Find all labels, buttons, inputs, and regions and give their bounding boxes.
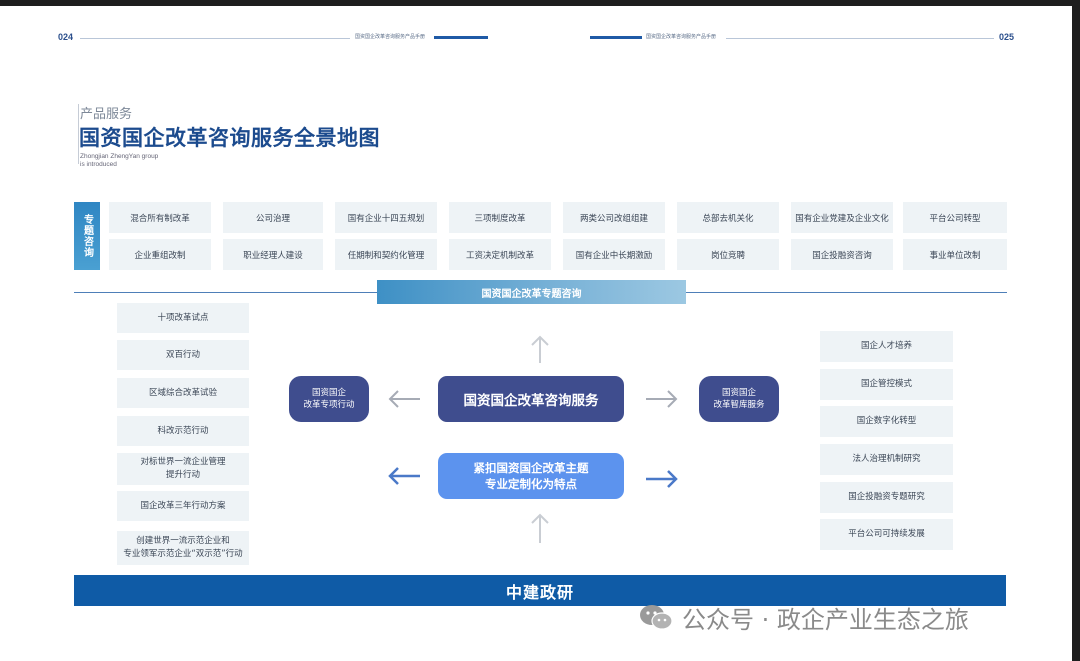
right-page-number: 025 — [999, 32, 1015, 42]
arrow-up-bottom-icon — [531, 513, 549, 543]
topic-item: 公司治理 — [223, 202, 323, 233]
topic-item: 企业重组改制 — [109, 239, 211, 270]
header-right-caption: 国资国企改革咨询服务产品手册 — [646, 34, 717, 40]
left-action-item: 区域综合改革试验 — [117, 378, 249, 408]
wechat-icon — [640, 605, 673, 630]
left-action-item: 对标世界一流企业管理 提升行动 — [117, 453, 249, 485]
topic-item: 三项制度改革 — [449, 202, 551, 233]
topic-item: 国有企业中长期激励 — [563, 239, 665, 270]
english-caption-line2: is introduced — [80, 161, 117, 168]
page-title: 国资国企改革咨询服务全景地图 — [79, 126, 380, 150]
english-caption-line1: Zhongjian ZhengYan group — [80, 153, 159, 160]
right-thinktank-item: 国企投融资专题研究 — [820, 482, 953, 513]
arrow-right-bottom-icon — [646, 470, 678, 488]
right-thinktank-item: 国企人才培养 — [820, 331, 953, 362]
right-thinktank-item: 平台公司可持续发展 — [820, 519, 953, 550]
topic-item: 任期制和契约化管理 — [335, 239, 437, 270]
left-action-item: 双百行动 — [117, 340, 249, 370]
left-action-item: 十项改革试点 — [117, 303, 249, 333]
header-left-accent — [434, 36, 488, 39]
topic-item: 职业经理人建设 — [223, 239, 323, 270]
topic-item: 两类公司改组组建 — [563, 202, 665, 233]
arrow-left-bottom-icon — [388, 467, 420, 485]
topic-item: 岗位竞聘 — [677, 239, 779, 270]
header-left-caption: 国资国企改革咨询服务产品手册 — [355, 34, 426, 40]
thinktank-service-node: 国资国企 改革智库服务 — [699, 376, 779, 422]
arrow-right-top-icon — [646, 390, 678, 408]
wechat-watermark: 公众号 · 政企产业生态之旅 — [638, 600, 969, 634]
right-thinktank-item: 法人治理机制研究 — [820, 444, 953, 475]
section-subtitle: 产品服务 — [80, 107, 133, 122]
topic-consult-label: 专题咨询 — [74, 202, 100, 270]
arrow-left-top-icon — [388, 390, 420, 408]
topic-item: 混合所有制改革 — [109, 202, 211, 233]
topic-item: 平台公司转型 — [903, 202, 1007, 233]
right-thinktank-item: 国企管控模式 — [820, 369, 953, 400]
left-action-item: 科改示范行动 — [117, 416, 249, 446]
topic-item: 总部去机关化 — [677, 202, 779, 233]
topic-item: 工资决定机制改革 — [449, 239, 551, 270]
topic-item: 事业单位改制 — [903, 239, 1007, 270]
left-page-number: 024 — [58, 32, 74, 42]
feature-node: 紧扣国资国企改革主题 专业定制化为特点 — [438, 453, 624, 499]
left-action-item: 创建世界一流示范企业和 专业领军示范企业“双示范”行动 — [117, 531, 249, 565]
header-right-line — [726, 38, 994, 39]
right-thinktank-item: 国企数字化转型 — [820, 406, 953, 437]
left-action-item: 国企改革三年行动方案 — [117, 491, 249, 521]
topic-item: 国有企业党建及企业文化 — [791, 202, 893, 233]
watermark-text: 公众号 · 政企产业生态之旅 — [682, 605, 969, 634]
arrow-up-top-icon — [531, 335, 549, 363]
topic-item: 国企投融资咨询 — [791, 239, 893, 270]
page-right-edge — [1072, 0, 1080, 661]
topic-consult-banner: 国资国企改革专题咨询 — [377, 280, 686, 304]
special-action-node: 国资国企 改革专项行动 — [289, 376, 369, 422]
header-left-line — [80, 38, 350, 39]
core-service-node: 国资国企改革咨询服务 — [438, 376, 624, 422]
header-right-accent — [590, 36, 642, 39]
page-top-edge — [0, 0, 1080, 6]
topic-item: 国有企业十四五规划 — [335, 202, 437, 233]
